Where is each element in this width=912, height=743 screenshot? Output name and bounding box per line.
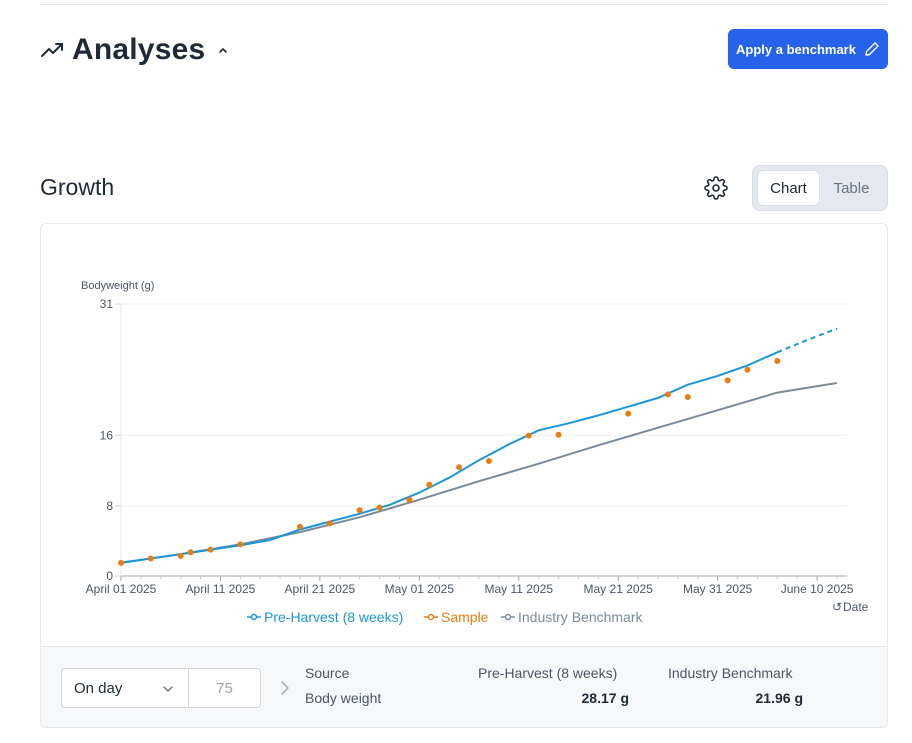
- y-tick-label: 31: [100, 297, 114, 311]
- pre-harvest-value: 28.17 g: [581, 690, 629, 706]
- analyses-header[interactable]: Analyses: [40, 30, 229, 70]
- x-tick-label: May 31 2025: [683, 582, 753, 596]
- section-title: Growth: [40, 174, 115, 200]
- apply-benchmark-label: Apply a benchmark: [736, 41, 856, 57]
- top-divider: [40, 4, 888, 5]
- sample-point: [744, 366, 751, 373]
- growth-chart-card: Bodyweight (g) 0 8 16 31 April 01 2025 April…: [40, 223, 888, 728]
- sample-point: [774, 358, 781, 365]
- sample-point: [724, 377, 731, 384]
- source-label: Source: [305, 665, 350, 681]
- sample-point: [376, 504, 383, 511]
- sample-point: [177, 552, 184, 559]
- chevron-down-icon: [163, 686, 173, 692]
- x-tick-label: May 21 2025: [584, 582, 654, 596]
- view-toggle: Chart Table: [752, 165, 888, 211]
- benchmark-value: 21.96 g: [755, 690, 803, 706]
- sample-point: [485, 458, 492, 465]
- sample-point: [118, 559, 124, 566]
- sample-point: [664, 391, 671, 398]
- benchmark-header: Industry Benchmark: [668, 665, 793, 681]
- sample-point: [456, 464, 463, 471]
- x-tick-label: April 11 2025: [186, 582, 256, 596]
- x-tick-label: May 11 2025: [485, 582, 554, 596]
- y-tick-label: 16: [100, 429, 114, 443]
- x-tick-label: April 01 2025: [86, 582, 157, 596]
- apply-benchmark-button[interactable]: Apply a benchmark: [728, 29, 888, 69]
- pencil-icon: [865, 42, 879, 56]
- y-tick-label: 8: [106, 499, 113, 513]
- benchmark-line: [120, 382, 838, 564]
- tab-chart[interactable]: Chart: [757, 170, 820, 206]
- sample-point: [684, 394, 691, 401]
- sample-point: [187, 549, 194, 556]
- legend-swatch-dot: [504, 613, 512, 621]
- sample-point: [406, 496, 413, 503]
- growth-chart: Bodyweight (g) 0 8 16 31 April 01 2025 April…: [81, 280, 869, 625]
- sample-point: [326, 520, 333, 527]
- y-tick-label: 0: [106, 569, 113, 583]
- pre-harvest-projection: [776, 327, 838, 354]
- legend-label: Pre-Harvest (8 weeks): [264, 609, 403, 625]
- x-tick-label: May 01 2025: [385, 582, 455, 596]
- sample-point: [426, 481, 433, 488]
- sample-point: [207, 546, 214, 553]
- legend-swatch-dot: [250, 613, 258, 621]
- sample-point: [525, 432, 532, 439]
- metric-label: Body weight: [305, 690, 382, 706]
- tab-table[interactable]: Table: [820, 170, 883, 206]
- chevron-up-icon[interactable]: [217, 44, 229, 56]
- page-title: Analyses: [72, 33, 206, 66]
- sample-point: [356, 507, 363, 514]
- x-axis-label-prefix: ↺: [832, 600, 842, 614]
- chart-footer: On day Source Body weight Pre-Harvest (8…: [41, 646, 887, 727]
- x-tick-label: April 21 2025: [285, 582, 356, 596]
- x-axis-label: Date: [843, 600, 869, 614]
- day-mode-select[interactable]: On day: [61, 668, 189, 708]
- pre-harvest-line: [120, 351, 778, 564]
- sample-point: [237, 541, 244, 548]
- legend-swatch-dot: [427, 613, 435, 621]
- gear-icon[interactable]: [704, 176, 728, 200]
- trending-up-icon: [41, 43, 63, 57]
- day-input[interactable]: [189, 668, 261, 708]
- legend-label: Industry Benchmark: [518, 609, 643, 625]
- sample-point: [297, 523, 303, 530]
- sample-point: [555, 431, 562, 438]
- x-tick-label: June 10 2025: [781, 582, 854, 596]
- pre-harvest-header: Pre-Harvest (8 weeks): [478, 665, 618, 681]
- day-mode-value: On day: [74, 679, 123, 697]
- y-axis-label: Bodyweight (g): [81, 280, 154, 292]
- chevron-right-icon: [281, 681, 289, 695]
- sample-point: [625, 410, 632, 417]
- sample-point: [147, 555, 154, 562]
- legend-label: Sample: [441, 609, 489, 625]
